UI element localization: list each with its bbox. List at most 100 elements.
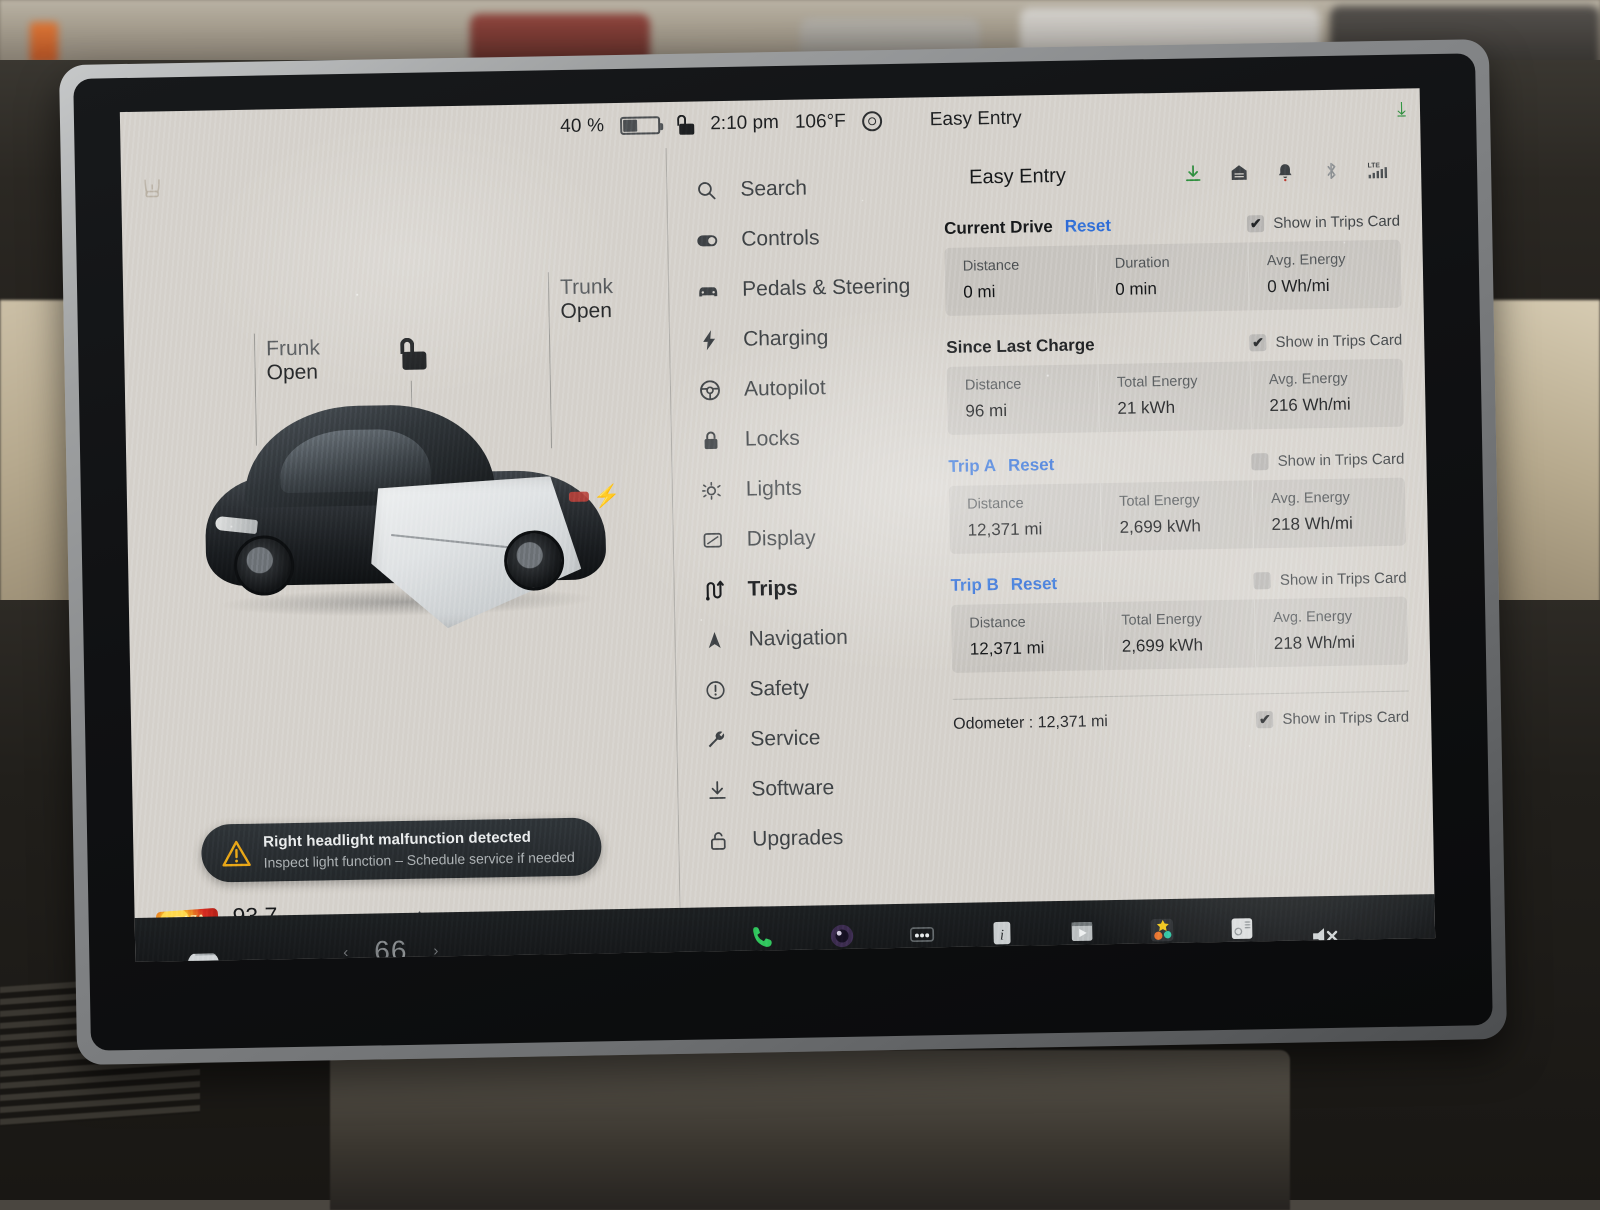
menu-label: Lights: [746, 477, 802, 502]
alert-circle-icon: [703, 678, 727, 702]
phone-app-icon[interactable]: [745, 920, 780, 955]
stat-cell: Distance 12,371 mi: [949, 483, 1102, 554]
content-header: Easy Entry LTE: [943, 151, 1400, 197]
steering-wheel-icon[interactable]: [862, 111, 882, 131]
menu-item-trips[interactable]: Trips: [673, 561, 929, 616]
checkbox-checked[interactable]: ✔: [1247, 215, 1264, 232]
checkbox-unchecked[interactable]: ✔: [1254, 572, 1271, 589]
stats-row: Distance 96 mi Total Energy 21 kWh Avg. …: [947, 359, 1404, 435]
stat-value: 96 mi: [965, 399, 1084, 421]
battery-icon: [620, 116, 660, 135]
stat-cell: Distance 96 mi: [947, 364, 1100, 435]
garage-icon[interactable]: [1229, 162, 1249, 182]
camera-app-icon[interactable]: [825, 919, 860, 954]
show-in-trips-card-toggle[interactable]: ✔ Show in Trips Card: [1252, 450, 1405, 470]
section-title[interactable]: Trip B: [950, 575, 999, 596]
seat-heater-icon[interactable]: [139, 175, 165, 201]
stats-row: Distance 12,371 mi Total Energy 2,699 kW…: [949, 478, 1406, 554]
stat-label: Total Energy: [1117, 373, 1236, 391]
menu-item-charging[interactable]: Charging: [669, 311, 925, 366]
stat-value: 0 Wh/mi: [1267, 275, 1387, 297]
settings-menu: Search Controls Pedals & Steering Chargi…: [666, 143, 935, 908]
unlocked-padlock-icon[interactable]: [676, 115, 694, 135]
menu-item-search[interactable]: Search: [666, 161, 922, 216]
checkbox-checked[interactable]: ✔: [1256, 711, 1273, 728]
card-app-icon[interactable]: [1225, 911, 1260, 946]
tesla-touchscreen: 40 % 2:10 pm 106°F Easy Entry ⤓: [59, 39, 1507, 1065]
trunk-status-label: Trunk Open: [560, 275, 614, 324]
alert-toast[interactable]: Right headlight malfunction detected Ins…: [201, 817, 602, 882]
car-icon[interactable]: [183, 942, 228, 962]
show-in-trips-card-toggle[interactable]: ✔ Show in Trips Card: [1249, 331, 1402, 351]
reset-button[interactable]: Reset: [1008, 455, 1055, 476]
stat-label: Distance: [965, 375, 1084, 393]
show-in-trips-card-toggle[interactable]: ✔ Show in Trips Card: [1256, 708, 1409, 728]
section-title: Since Last Charge: [946, 335, 1095, 358]
toybox-app-icon[interactable]: [1145, 913, 1180, 948]
menu-label: Display: [747, 526, 816, 551]
person-icon: [898, 111, 914, 130]
reset-button[interactable]: Reset: [1065, 216, 1112, 237]
menu-label: Pedals & Steering: [742, 275, 911, 302]
search-icon: [694, 178, 718, 202]
apps-grid-icon[interactable]: [905, 917, 940, 952]
unlock-icon: [706, 828, 730, 852]
menu-item-lights[interactable]: Lights: [671, 461, 927, 516]
download-icon[interactable]: ⤓: [1397, 99, 1406, 122]
stats-row: Distance 12,371 mi Total Energy 2,699 kW…: [951, 597, 1408, 673]
frunk-name: Frunk: [266, 336, 320, 360]
charge-bolt-icon[interactable]: ⚡: [593, 483, 621, 509]
show-in-trips-card-toggle[interactable]: ✔ Show in Trips Card: [1247, 212, 1400, 232]
stat-label: Total Energy: [1119, 492, 1238, 510]
light-icon: [700, 478, 724, 502]
lock-icon: [699, 428, 723, 452]
menu-label: Software: [751, 776, 834, 802]
show-in-trips-card-toggle[interactable]: ✔ Show in Trips Card: [1254, 569, 1407, 589]
bluetooth-icon[interactable]: [1321, 161, 1341, 181]
stat-cell: Avg. Energy 0 Wh/mi: [1248, 240, 1401, 311]
temperature-label: 106°F: [795, 111, 846, 134]
unlocked-padlock-icon[interactable]: [398, 338, 427, 371]
menu-label: Charging: [743, 326, 829, 352]
menu-label: Safety: [749, 677, 809, 702]
person-icon: [943, 168, 959, 187]
trips-icon: [701, 578, 725, 602]
alert-subtitle: Inspect light function – Schedule servic…: [263, 848, 575, 871]
media-app-icon[interactable]: [1065, 914, 1100, 949]
info-app-icon[interactable]: i: [985, 916, 1020, 951]
menu-item-service[interactable]: Service: [676, 711, 932, 766]
menu-item-controls[interactable]: Controls: [667, 211, 923, 266]
checkbox-unchecked[interactable]: ✔: [1252, 453, 1269, 470]
menu-label: Navigation: [748, 626, 848, 652]
menu-item-upgrades[interactable]: Upgrades: [678, 811, 934, 866]
checkbox-label: Show in Trips Card: [1275, 331, 1402, 350]
menu-item-locks[interactable]: Locks: [670, 411, 926, 466]
vehicle-taillight: [569, 492, 589, 502]
menu-item-display[interactable]: Display: [672, 511, 928, 566]
menu-item-pedals-steering[interactable]: Pedals & Steering: [668, 261, 924, 316]
profile-name-label[interactable]: Easy Entry: [930, 108, 1022, 132]
bell-icon[interactable]: [1275, 162, 1295, 182]
section-header: Since Last Charge ✔ Show in Trips Card: [946, 330, 1402, 358]
section-title: Current Drive: [944, 217, 1053, 239]
trunk-state: Open: [560, 299, 613, 324]
car-visualization-pane: Frunk Open Trunk Open ⚡: [121, 148, 680, 918]
driver-profile-label[interactable]: Easy Entry: [969, 164, 1066, 189]
menu-item-software[interactable]: Software: [677, 761, 933, 816]
menu-item-autopilot[interactable]: Autopilot: [670, 361, 926, 416]
menu-item-navigation[interactable]: Navigation: [674, 611, 930, 666]
clock-label: 2:10 pm: [710, 112, 779, 135]
download-icon[interactable]: [1183, 163, 1203, 183]
stat-cell: Total Energy 2,699 kWh: [1103, 599, 1256, 670]
stat-cell: Distance 12,371 mi: [951, 602, 1104, 673]
checkbox-checked[interactable]: ✔: [1249, 334, 1266, 351]
checkbox-label: Show in Trips Card: [1280, 569, 1407, 588]
stat-cell: Avg. Energy 218 Wh/mi: [1253, 478, 1406, 549]
menu-item-safety[interactable]: Safety: [675, 661, 931, 716]
checkbox-label: Show in Trips Card: [1278, 450, 1405, 469]
reset-button[interactable]: Reset: [1011, 574, 1058, 595]
vehicle-illustration[interactable]: ⚡: [183, 379, 628, 647]
stat-value: 0 min: [1115, 278, 1234, 300]
vehicle-rear-wheel: [504, 530, 565, 591]
section-title[interactable]: Trip A: [948, 456, 996, 477]
